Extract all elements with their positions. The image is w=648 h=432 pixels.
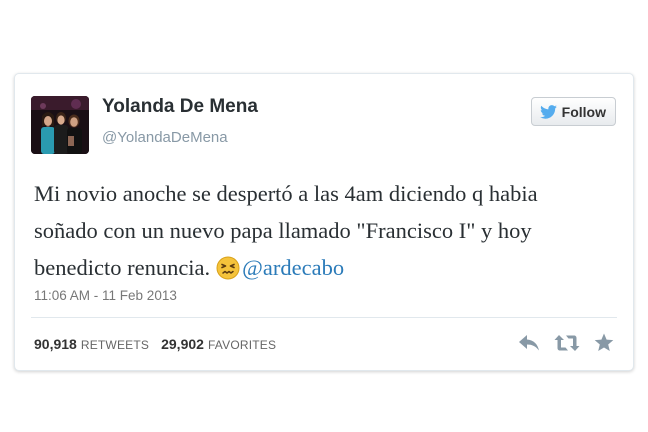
tweet-stats: 90,918 RETWEETS 29,902 FAVORITES [34,336,282,352]
tweet-line-3: benedicto renuncia. @ardecabo [34,249,619,291]
follow-button[interactable]: Follow [530,97,616,126]
reply-icon[interactable] [518,334,540,357]
tweet-timestamp[interactable]: 11:06 AM - 11 Feb 2013 [34,288,177,303]
tweet-line-1: Mi novio anoche se despertó a las 4am di… [34,181,538,206]
tweet-actions [518,333,614,357]
mention-link[interactable]: @ardecabo [242,255,344,280]
retweets-count: 90,918 [34,336,77,352]
favorites-label: FAVORITES [207,338,277,352]
twitter-bird-icon [539,104,557,119]
confounded-face-emoji-icon [216,254,240,291]
tweet-line-2: soñado con un nuevo papa llamado "Franci… [34,218,532,243]
divider [31,317,617,318]
retweets-label: RETWEETS [80,338,150,352]
tweet-text: Mi novio anoche se despertó a las 4am di… [34,175,619,291]
user-handle[interactable]: @YolandaDeMena [102,129,228,146]
follow-label: Follow [561,103,606,120]
display-name[interactable]: Yolanda De Mena [102,96,258,118]
tweet-card: Yolanda De Mena @YolandaDeMena Follow Mi… [14,73,634,371]
tweet-line-3-text: benedicto renuncia. [34,255,211,280]
retweet-icon[interactable] [554,334,580,357]
favorites-stat[interactable]: 29,902 FAVORITES [161,336,276,352]
retweets-stat[interactable]: 90,918 RETWEETS [34,336,149,352]
star-icon[interactable] [594,333,614,357]
favorites-count: 29,902 [161,336,204,352]
avatar[interactable] [31,96,89,154]
